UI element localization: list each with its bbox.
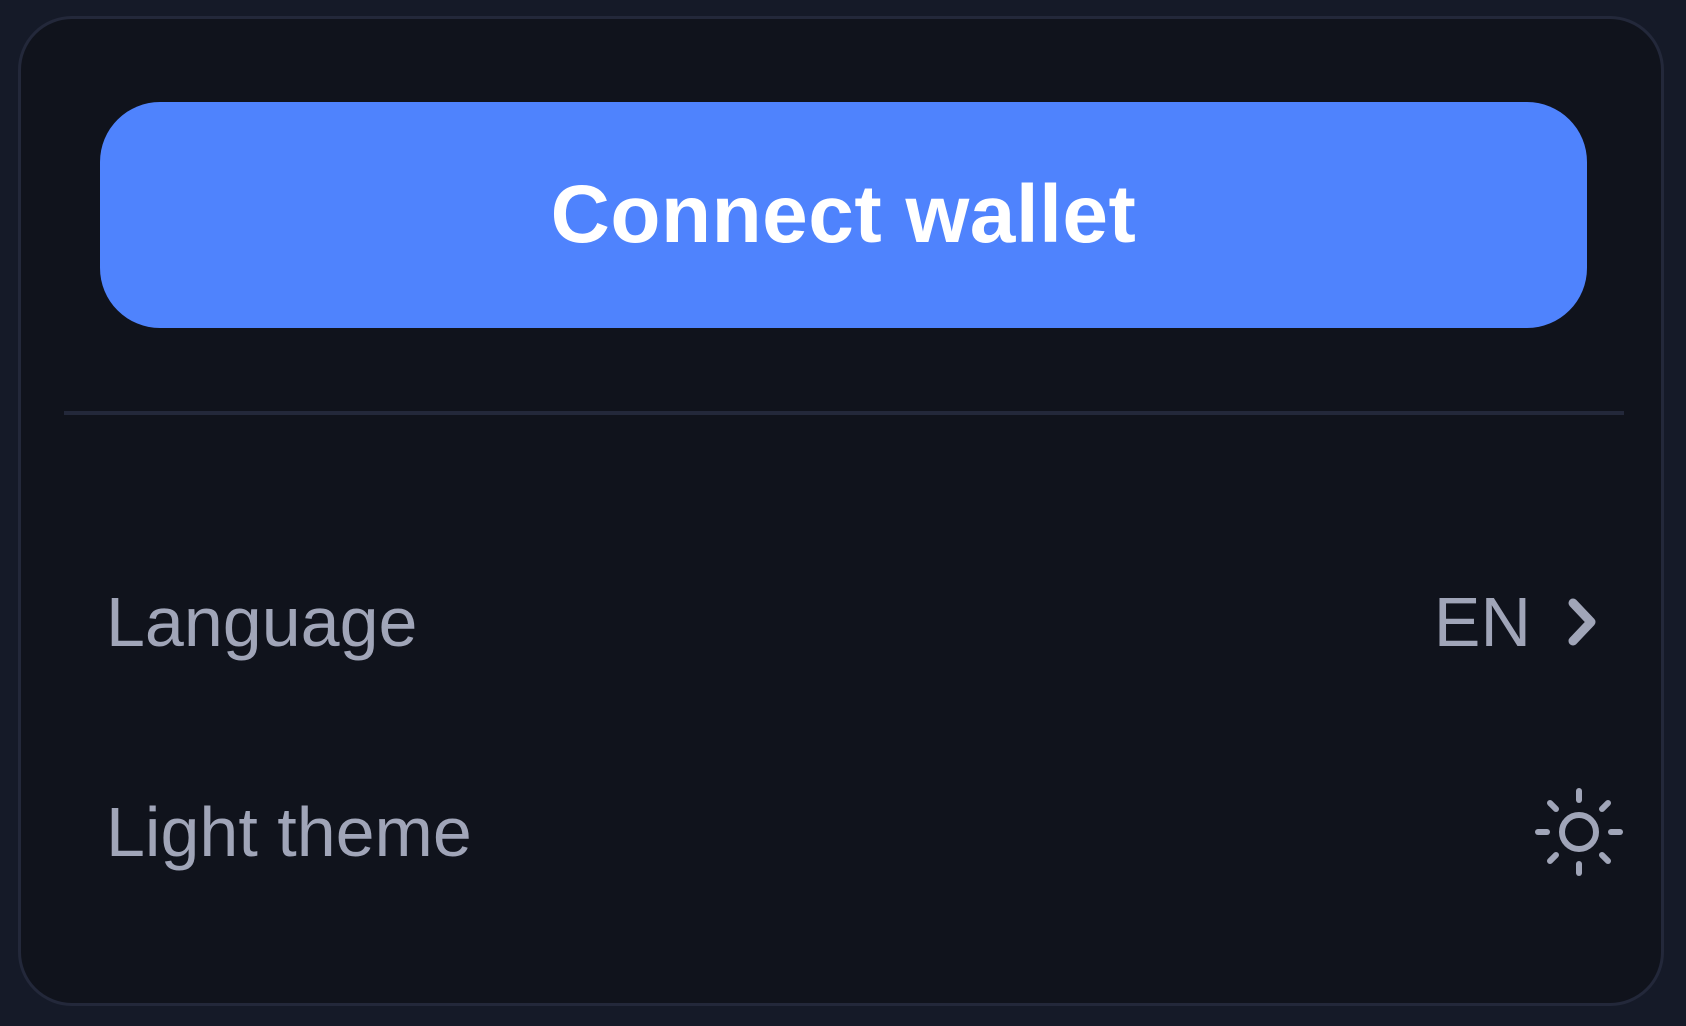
divider xyxy=(64,411,1624,415)
sun-icon[interactable] xyxy=(1534,787,1624,877)
language-menu-item[interactable]: Language EN xyxy=(106,557,1606,687)
light-theme-label: Light theme xyxy=(106,793,472,871)
light-theme-menu-item[interactable]: Light theme xyxy=(106,767,1623,897)
language-selector[interactable]: EN xyxy=(1434,582,1599,662)
chevron-right-icon xyxy=(1565,595,1599,649)
language-label: Language xyxy=(106,583,418,661)
settings-menu-panel: Connect wallet Language EN Light theme xyxy=(18,16,1664,1006)
language-value: EN xyxy=(1433,583,1531,661)
connect-wallet-button[interactable]: Connect wallet xyxy=(100,102,1587,328)
